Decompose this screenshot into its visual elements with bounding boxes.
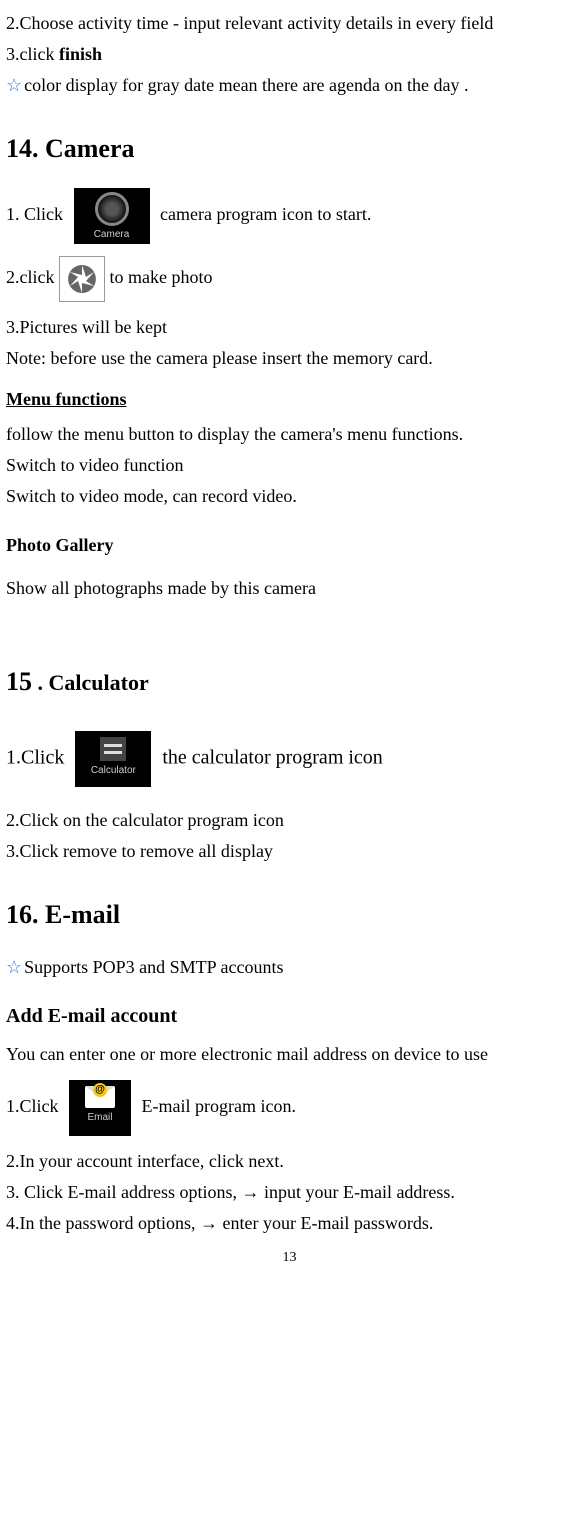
page-number: 13 [6, 1247, 573, 1268]
camera-step-3: 3.Pictures will be kept [6, 314, 573, 341]
camera-icon-label: Camera [74, 227, 150, 242]
camera-step1-post: camera program icon to start. [160, 204, 371, 224]
email-step1-pre: 1.Click [6, 1096, 63, 1116]
intro-line-3-pre: 3.click [6, 44, 59, 64]
camera-step2-pre: 2.click [6, 267, 59, 287]
email-step-4: 4.In the password options, → enter your … [6, 1210, 573, 1237]
calc-heading-rest: . Calculator [32, 670, 149, 695]
menu-p3: Switch to video mode, can record video. [6, 483, 573, 510]
intro-line-2: 2.Choose activity time - input relevant … [6, 10, 573, 37]
camera-app-icon: Camera [74, 188, 150, 244]
camera-step2-post: to make photo [109, 267, 212, 287]
calc-icon-label: Calculator [75, 763, 151, 778]
menu-p1: follow the menu button to display the ca… [6, 421, 573, 448]
calculator-heading: 15 . Calculator [6, 662, 573, 701]
photo-gallery-p: Show all photographs made by this camera [6, 575, 573, 602]
calc-step-3: 3.Click remove to remove all display [6, 838, 573, 865]
camera-heading: 14. Camera [6, 129, 573, 168]
email-step-3: 3. Click E-mail address options, → input… [6, 1179, 573, 1206]
menu-p2: Switch to video function [6, 452, 573, 479]
menu-functions-heading: Menu functions [6, 386, 573, 413]
calc-step1-post: the calculator program icon [162, 747, 382, 769]
finish-word: finish [59, 44, 102, 64]
star-icon: ☆ [6, 75, 22, 95]
star-icon: ☆ [6, 957, 22, 977]
camera-note: Note: before use the camera please inser… [6, 345, 573, 372]
email-app-icon: @ Email [69, 1080, 131, 1136]
email-star-text: Supports POP3 and SMTP accounts [24, 957, 283, 977]
intro-star-note: ☆color display for gray date mean there … [6, 72, 573, 99]
camera-step1-pre: 1. Click [6, 204, 68, 224]
email-heading: 16. E-mail [6, 895, 573, 934]
email-step-1: 1.Click @ Email E-mail program icon. [6, 1080, 573, 1136]
calc-step-1: 1.Click Calculator the calculator progra… [6, 731, 573, 787]
email-star-note: ☆Supports POP3 and SMTP accounts [6, 954, 573, 981]
email-icon-label: Email [69, 1110, 131, 1125]
email-step-2: 2.In your account interface, click next. [6, 1148, 573, 1175]
email-step1-post: E-mail program icon. [142, 1096, 296, 1116]
add-email-p: You can enter one or more electronic mai… [6, 1041, 573, 1068]
intro-star-text: color display for gray date mean there a… [24, 75, 468, 95]
photo-gallery-heading: Photo Gallery [6, 532, 573, 559]
calc-step-2: 2.Click on the calculator program icon [6, 807, 573, 834]
camera-step-2: 2.click to make photo [6, 256, 573, 302]
shutter-icon [59, 256, 105, 302]
camera-step-1: 1. Click Camera camera program icon to s… [6, 188, 573, 244]
calculator-app-icon: Calculator [75, 731, 151, 787]
calc-heading-num: 15 [6, 667, 32, 696]
calc-step1-pre: 1.Click [6, 747, 69, 769]
intro-line-3: 3.click finish [6, 41, 573, 68]
add-email-heading: Add E-mail account [6, 1001, 573, 1031]
